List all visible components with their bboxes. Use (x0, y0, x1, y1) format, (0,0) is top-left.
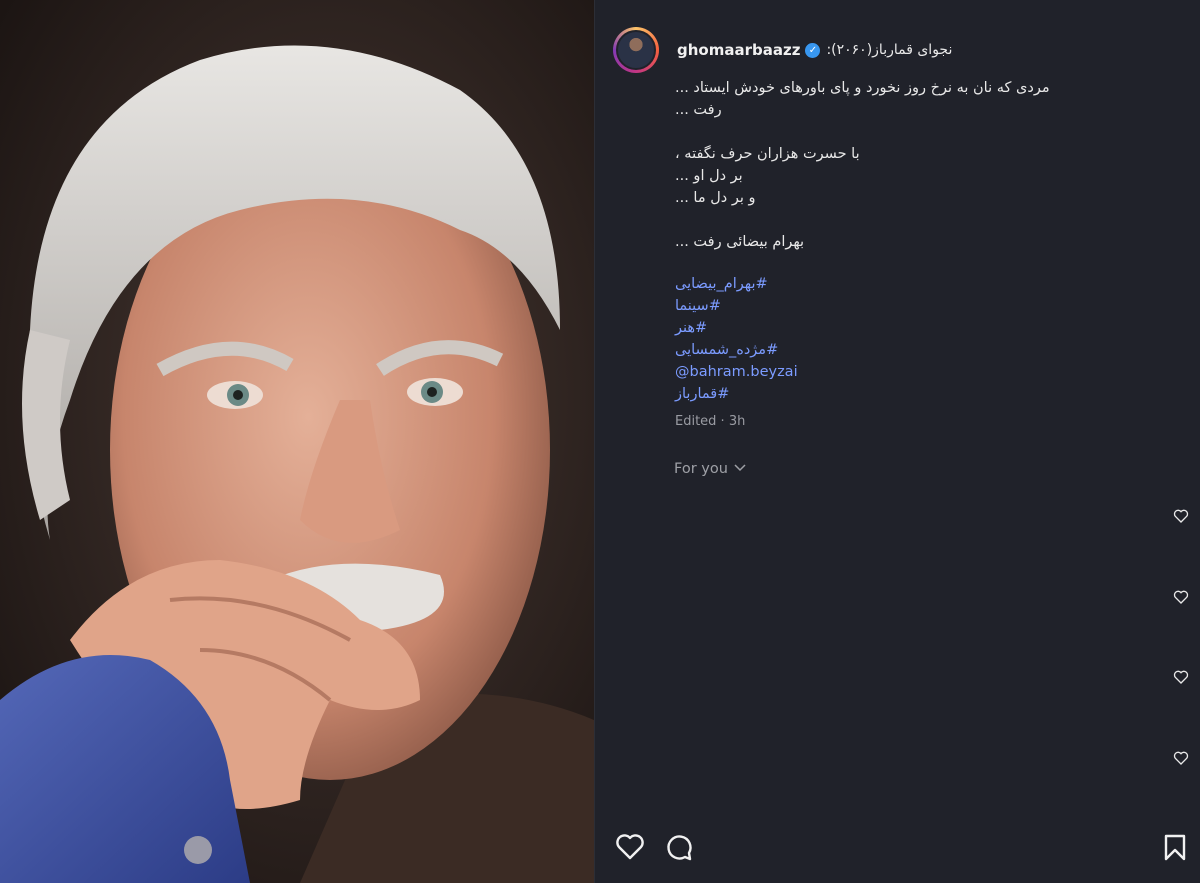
heart-icon[interactable] (614, 831, 646, 863)
post-viewer: ghomaarbaazz ✓ نجوای قمارباز(۲۰۶۰): مردی… (0, 0, 1200, 883)
caption-line: مردی که نان به نرخ روز نخورد و پای باوره… (675, 80, 1050, 96)
caption-line: و بر دل ما ... (675, 190, 756, 206)
avatar[interactable] (613, 27, 659, 73)
for-you-dropdown[interactable]: For you (674, 461, 746, 477)
avatar-image (616, 30, 656, 70)
post-photo[interactable] (0, 0, 594, 883)
for-you-label: For you (674, 461, 728, 477)
comment-like-heart-icon[interactable] (1173, 589, 1189, 605)
caption-line: بر دل او ... (675, 168, 743, 184)
post-header: ghomaarbaazz ✓ نجوای قمارباز(۲۰۶۰): (613, 27, 1190, 73)
post-timestamp: Edited · 3h (675, 414, 746, 429)
caption-line: با حسرت هزاران حرف نگفته ، (675, 146, 860, 162)
post-caption: مردی که نان به نرخ روز نخورد و پای باوره… (675, 77, 1115, 275)
mention-link[interactable]: @bahram.beyzai (675, 361, 975, 383)
header-caption-title: نجوای قمارباز(۲۰۶۰): (826, 42, 953, 58)
post-details-panel: ghomaarbaazz ✓ نجوای قمارباز(۲۰۶۰): مردی… (594, 0, 1200, 883)
caption-line: بهرام بیضائی رفت ... (675, 234, 805, 250)
hashtag-link[interactable]: #مژده_شمسایی (675, 339, 975, 361)
post-action-bar (595, 817, 1200, 883)
hashtag-link[interactable]: #قمارباز (675, 383, 975, 405)
username-link[interactable]: ghomaarbaazz (677, 41, 800, 59)
comment-icon[interactable] (663, 831, 695, 863)
hashtag-link[interactable]: #هنر (675, 317, 975, 339)
caption-line: رفت ... (675, 102, 722, 118)
comment-like-heart-icon[interactable] (1173, 750, 1189, 766)
portrait-image (0, 0, 594, 883)
hashtag-link[interactable]: #بهرام_بیضایی (675, 273, 975, 295)
hashtag-link[interactable]: #سینما (675, 295, 975, 317)
comment-like-heart-icon[interactable] (1173, 669, 1189, 685)
bookmark-icon[interactable] (1159, 831, 1191, 863)
comment-like-heart-icon[interactable] (1173, 508, 1189, 524)
verified-badge-icon: ✓ (805, 42, 821, 58)
hashtag-list: #بهرام_بیضایی #سینما #هنر #مژده_شمسایی @… (675, 273, 975, 405)
chevron-down-icon (734, 463, 746, 475)
